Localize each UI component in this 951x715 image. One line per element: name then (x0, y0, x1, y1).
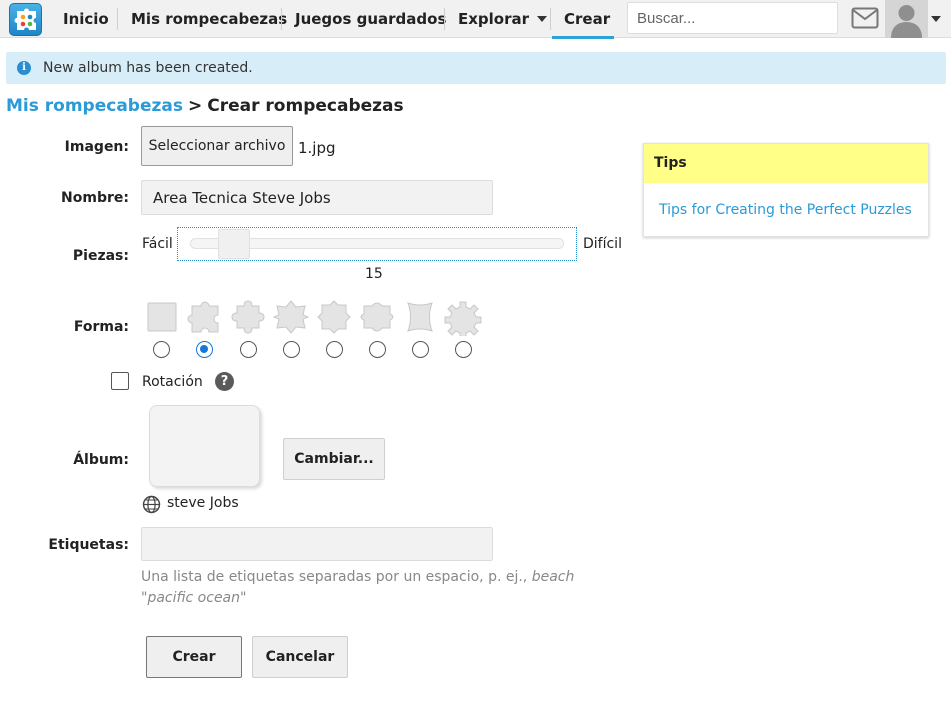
shape-radio-jigsaw-leaf[interactable] (369, 341, 386, 358)
shape-radio-jigsaw-cross[interactable] (326, 341, 343, 358)
create-button[interactable]: Crear (146, 636, 242, 678)
album-thumbnail (149, 405, 260, 487)
curved-shape-icon (407, 302, 433, 332)
change-album-button[interactable]: Cambiar... (283, 438, 385, 480)
shape-radio-gear[interactable] (455, 341, 472, 358)
nav-crear[interactable]: Crear (564, 0, 610, 38)
select-file-button[interactable]: Seleccionar archivo (141, 126, 293, 166)
album-label: Álbum: (73, 452, 129, 468)
slider-max-label: Difícil (583, 236, 622, 252)
shape-radio-jigsaw-round[interactable] (240, 341, 257, 358)
user-silhouette-icon (891, 5, 922, 38)
tags-help-text: Una lista de etiquetas separadas por un … (141, 567, 631, 609)
cancel-button[interactable]: Cancelar (252, 636, 348, 678)
gear-shape-icon (444, 301, 482, 336)
nav-divider (117, 8, 118, 30)
nav-divider (550, 8, 551, 30)
mail-icon[interactable] (851, 7, 879, 29)
pieces-count: 15 (365, 266, 383, 282)
shape-radio-square[interactable] (153, 341, 170, 358)
nav-explorar[interactable]: Explorar (458, 0, 548, 38)
album-name: steve Jobs (167, 495, 239, 511)
shape-radio-jigsaw-star[interactable] (283, 341, 300, 358)
avatar[interactable] (885, 0, 928, 38)
file-name: 1.jpg (298, 139, 336, 157)
nav-juegos-guardados[interactable]: Juegos guardados (295, 0, 446, 38)
jigsaw-leaf-shape-icon (360, 302, 394, 332)
breadcrumb-separator: > (188, 96, 203, 116)
rotation-label: Rotación (142, 374, 203, 390)
active-tab-indicator (552, 36, 614, 39)
nav-divider (281, 8, 282, 30)
shape-label: Forma: (73, 319, 129, 335)
tags-help-prefix: Una lista de etiquetas separadas por un … (141, 569, 532, 585)
top-nav: Inicio Mis rompecabezas Juegos guardados… (0, 0, 951, 39)
tips-panel: Tips Tips for Creating the Perfect Puzzl… (643, 143, 929, 237)
square-shape-icon (147, 302, 177, 332)
breadcrumb-link[interactable]: Mis rompecabezas (6, 96, 183, 116)
nav-mis-rompecabezas[interactable]: Mis rompecabezas (131, 0, 287, 38)
shape-radio-jigsaw[interactable] (196, 341, 213, 358)
page-title: Crear rompecabezas (207, 96, 404, 116)
search-input[interactable] (627, 2, 838, 34)
tips-title: Tips (644, 144, 928, 183)
image-label: Imagen: (64, 139, 129, 155)
jigsaw-star-shape-icon (272, 300, 310, 334)
success-alert: i New album has been created. (6, 52, 946, 84)
rotation-checkbox[interactable] (111, 372, 129, 390)
tags-label: Etiquetas: (48, 537, 129, 553)
breadcrumb: Mis rompecabezas > Crear rompecabezas (6, 96, 404, 116)
jigsaw-cross-shape-icon (317, 300, 351, 334)
alert-message: New album has been created. (43, 60, 253, 76)
pieces-slider-handle[interactable] (218, 229, 250, 259)
shape-radio-curved[interactable] (412, 341, 429, 358)
info-icon: i (17, 61, 31, 75)
puzzle-logo-icon[interactable] (9, 3, 42, 36)
tips-link[interactable]: Tips for Creating the Perfect Puzzles (644, 183, 928, 218)
slider-min-label: Fácil (142, 236, 173, 252)
chevron-down-icon[interactable] (931, 16, 941, 22)
jigsaw-shape-icon (187, 301, 219, 333)
pieces-label: Piezas: (72, 248, 129, 264)
chevron-down-icon (537, 16, 548, 22)
help-icon[interactable]: ? (215, 372, 234, 391)
nav-explorar-label: Explorar (458, 10, 530, 28)
globe-icon (142, 495, 161, 514)
jigsaw-round-shape-icon (231, 300, 265, 334)
name-label: Nombre: (61, 190, 129, 206)
nav-divider (444, 8, 445, 30)
nav-inicio[interactable]: Inicio (63, 0, 109, 38)
tags-input[interactable] (141, 527, 493, 561)
name-field[interactable] (141, 180, 493, 215)
